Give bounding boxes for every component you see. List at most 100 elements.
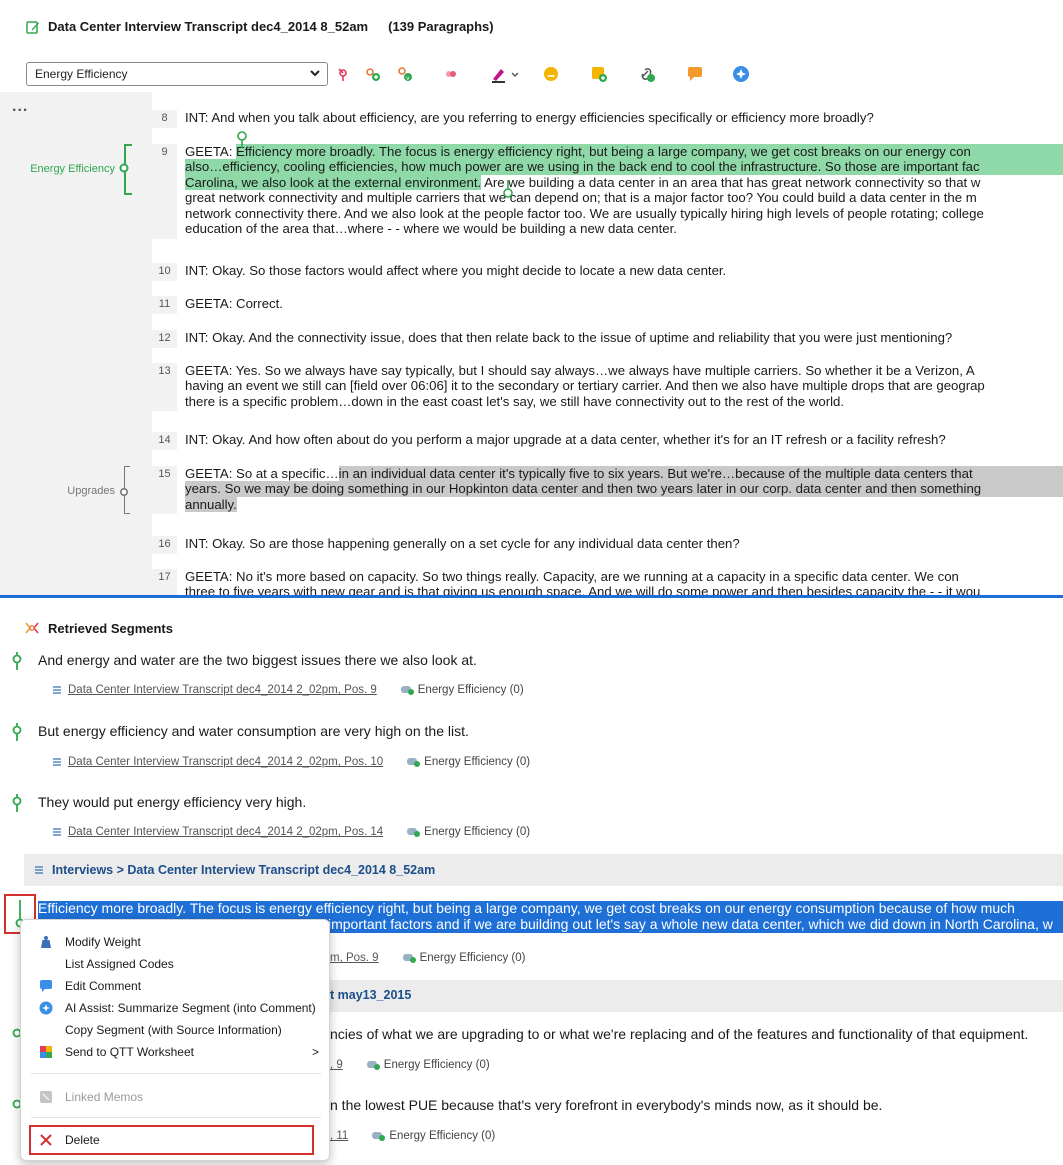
segment-start-handle-icon[interactable] xyxy=(235,130,249,148)
paragraph-text[interactable]: INT: Okay. So those factors would affect… xyxy=(185,263,1063,278)
menu-item-linked-memos: Linked Memos xyxy=(21,1086,331,1108)
menu-item-label: AI Assist: Summarize Segment (into Comme… xyxy=(65,1001,316,1015)
paragraph-number: 11 xyxy=(152,296,177,314)
paragraph-text[interactable]: GEETA: So at a specific…in an individual… xyxy=(185,466,1063,514)
paragraph-text[interactable]: GEETA: Yes. So we always have say typica… xyxy=(185,363,1063,411)
paragraph-line[interactable]: there is a specific problem…down in the … xyxy=(185,394,1063,409)
in-vivo-code-icon[interactable]: v xyxy=(396,65,414,83)
paragraph[interactable]: 15 GEETA: So at a specific…in an individ… xyxy=(152,466,1063,514)
paragraph-column[interactable]: 8 INT: And when you talk about efficienc… xyxy=(152,92,1063,595)
paragraph-text[interactable]: Are we building a data center in an area… xyxy=(481,175,980,190)
paragraph[interactable]: 10 INT: Okay. So those factors would aff… xyxy=(152,263,1063,281)
paragraph-text[interactable]: education of the area that…where - - whe… xyxy=(185,221,1063,236)
segment-text[interactable]: They would put energy efficiency very hi… xyxy=(38,794,1058,810)
paragraph[interactable]: 13 GEETA: Yes. So we always have say typ… xyxy=(152,363,1063,411)
menu-item-send-to-qtt[interactable]: Send to QTT Worksheet > xyxy=(21,1041,331,1063)
segment-code-tag[interactable]: Energy Efficiency (0) xyxy=(372,1130,495,1142)
paragraph-line[interactable]: GEETA: Yes. So we always have say typica… xyxy=(185,363,1063,378)
paragraph-text[interactable]: GEETA: Efficiency more broadly. The focu… xyxy=(185,144,1063,239)
paragraph[interactable]: 11 GEETA: Correct. xyxy=(152,296,1063,314)
code-node-icon[interactable] xyxy=(117,161,131,175)
segment-code-tag[interactable]: Energy Efficiency (0) xyxy=(407,826,530,838)
code-tag-icon xyxy=(372,1132,386,1141)
margin-code-upgrades[interactable]: Upgrades xyxy=(0,485,115,497)
segment-source-link[interactable]: , 9 xyxy=(330,1059,343,1071)
new-memo-icon[interactable] xyxy=(590,65,608,83)
paragraph[interactable]: 17 GEETA: No it's more based on capacity… xyxy=(152,569,1063,595)
segment-code-tag[interactable]: Energy Efficiency (0) xyxy=(366,1059,490,1071)
menu-item-modify-weight[interactable]: Modify Weight xyxy=(21,931,331,953)
paragraph-text[interactable]: INT: And when you talk about efficiency,… xyxy=(185,110,1063,125)
paragraph[interactable]: 12 INT: Okay. And the connectivity issue… xyxy=(152,330,1063,348)
segment-end-handle-icon[interactable] xyxy=(501,180,515,200)
segment-code-icon[interactable] xyxy=(10,723,24,741)
new-code-icon[interactable] xyxy=(364,65,382,83)
link-icon[interactable] xyxy=(638,65,656,83)
segment-code-label: Energy Efficiency (0) xyxy=(383,1059,490,1071)
document-group-label: Interviews > Data Center Interview Trans… xyxy=(52,863,436,877)
segment-text[interactable]: n the lowest PUE because that's very for… xyxy=(330,1097,1060,1113)
paragraph-text[interactable]: GEETA: No it's more based on capacity. S… xyxy=(185,569,1063,595)
menu-item-copy-segment[interactable]: Copy Segment (with Source Information) xyxy=(21,1019,331,1041)
emoticode-icon[interactable] xyxy=(542,65,560,83)
more-options-icon[interactable]: ... xyxy=(12,98,28,116)
coded-text[interactable]: years. So we may be doing something in o… xyxy=(185,481,1063,497)
segment-code-tag[interactable]: Energy Efficiency (0) xyxy=(407,756,530,768)
paragraph-text[interactable]: GEETA: Correct. xyxy=(185,296,1063,311)
paragraph-number: 13 xyxy=(152,363,177,411)
comment-icon[interactable] xyxy=(686,65,704,83)
segment-source-link[interactable]: Data Center Interview Transcript dec4_20… xyxy=(68,684,377,696)
coded-text[interactable]: in an individual data center it's typica… xyxy=(338,466,1063,481)
selected-segment-line[interactable]: Efficiency more broadly. The focus is en… xyxy=(38,901,1063,917)
paragraph[interactable]: 9 GEETA: Efficiency more broadly. The fo… xyxy=(152,144,1063,239)
code-segment-icon[interactable] xyxy=(334,65,352,83)
segment-source: Data Center Interview Transcript dec4_20… xyxy=(52,826,530,838)
paragraph[interactable]: 14 INT: Okay. And how often about do you… xyxy=(152,432,1063,450)
margin-code-energy-efficiency[interactable]: Energy Efficiency xyxy=(0,163,115,175)
segment-source-link[interactable]: , 11 xyxy=(330,1130,348,1142)
segment-code-icon[interactable] xyxy=(10,794,24,812)
submenu-arrow-icon: > xyxy=(311,1045,319,1059)
document-title-text: Data Center Interview Transcript dec4_20… xyxy=(48,19,369,34)
paragraph-line[interactable]: three to five years with new gear and is… xyxy=(185,584,1063,595)
paragraph-number: 15 xyxy=(152,466,177,514)
coded-text[interactable]: annually. xyxy=(185,496,237,512)
segment-code-tag[interactable]: Energy Efficiency (0) xyxy=(400,684,524,696)
segment-source: Data Center Interview Transcript dec4_20… xyxy=(52,684,524,696)
edit-document-icon[interactable] xyxy=(26,20,40,34)
segment-code-tag[interactable]: Energy Efficiency (0) xyxy=(402,952,525,964)
paragraph-line[interactable]: GEETA: No it's more based on capacity. S… xyxy=(185,569,1063,584)
segment-text[interactable]: And energy and water are the two biggest… xyxy=(38,652,1058,668)
coded-text[interactable]: Carolina, we also look at the external e… xyxy=(185,174,482,190)
code-node-icon[interactable] xyxy=(117,485,131,499)
paragraph-text[interactable]: network connectivity there. And we also … xyxy=(185,206,1063,221)
document-browser[interactable]: ... Energy Efficiency Upgrades 8 INT: An… xyxy=(0,92,1063,598)
color-code-icon[interactable] xyxy=(442,65,460,83)
segment-source-link[interactable]: Data Center Interview Transcript dec4_20… xyxy=(68,756,383,768)
menu-item-ai-assist-summarize[interactable]: AI Assist: Summarize Segment (into Comme… xyxy=(21,997,331,1019)
document-group-row[interactable]: Interviews > Data Center Interview Trans… xyxy=(24,854,1063,886)
segment-text[interactable]: ncies of what we are upgrading to or wha… xyxy=(330,1026,1060,1042)
bracket-bottom xyxy=(124,513,130,514)
paragraph-text[interactable]: INT: Okay. And the connectivity issue, d… xyxy=(185,330,1063,345)
code-dropdown[interactable]: Energy Efficiency xyxy=(26,62,328,86)
segment-source-link[interactable]: m, Pos. 9 xyxy=(330,952,379,964)
retrieved-segments-title: Retrieved Segments xyxy=(48,620,173,636)
paragraph[interactable]: 16 INT: Okay. So are those happening gen… xyxy=(152,536,1063,554)
highlighter-dropdown-icon[interactable] xyxy=(510,65,520,83)
menu-item-edit-comment[interactable]: Edit Comment xyxy=(21,975,331,997)
paragraph-text[interactable]: INT: Okay. So are those happening genera… xyxy=(185,536,1063,551)
ai-assist-icon[interactable] xyxy=(732,65,750,83)
segment-source-link[interactable]: Data Center Interview Transcript dec4_20… xyxy=(68,826,383,838)
paragraph[interactable]: 8 INT: And when you talk about efficienc… xyxy=(152,110,1063,128)
menu-item-list-assigned-codes[interactable]: List Assigned Codes xyxy=(21,953,331,975)
coded-text[interactable]: Efficiency more broadly. The focus is en… xyxy=(236,144,1063,159)
coded-text[interactable]: also…efficiency, cooling efficiencies, h… xyxy=(185,159,1063,175)
segment-text[interactable]: But energy efficiency and water consumpt… xyxy=(38,723,1058,739)
segment-context-menu[interactable]: Modify Weight List Assigned Codes Edit C… xyxy=(20,919,330,1161)
segment-code-icon[interactable] xyxy=(10,652,24,670)
highlighter-icon[interactable] xyxy=(490,65,508,83)
paragraph-text[interactable]: great network connectivity and multiple … xyxy=(185,190,1063,205)
paragraph-line[interactable]: having an event we still can [field over… xyxy=(185,378,1063,393)
paragraph-text[interactable]: INT: Okay. And how often about do you pe… xyxy=(185,432,1063,447)
